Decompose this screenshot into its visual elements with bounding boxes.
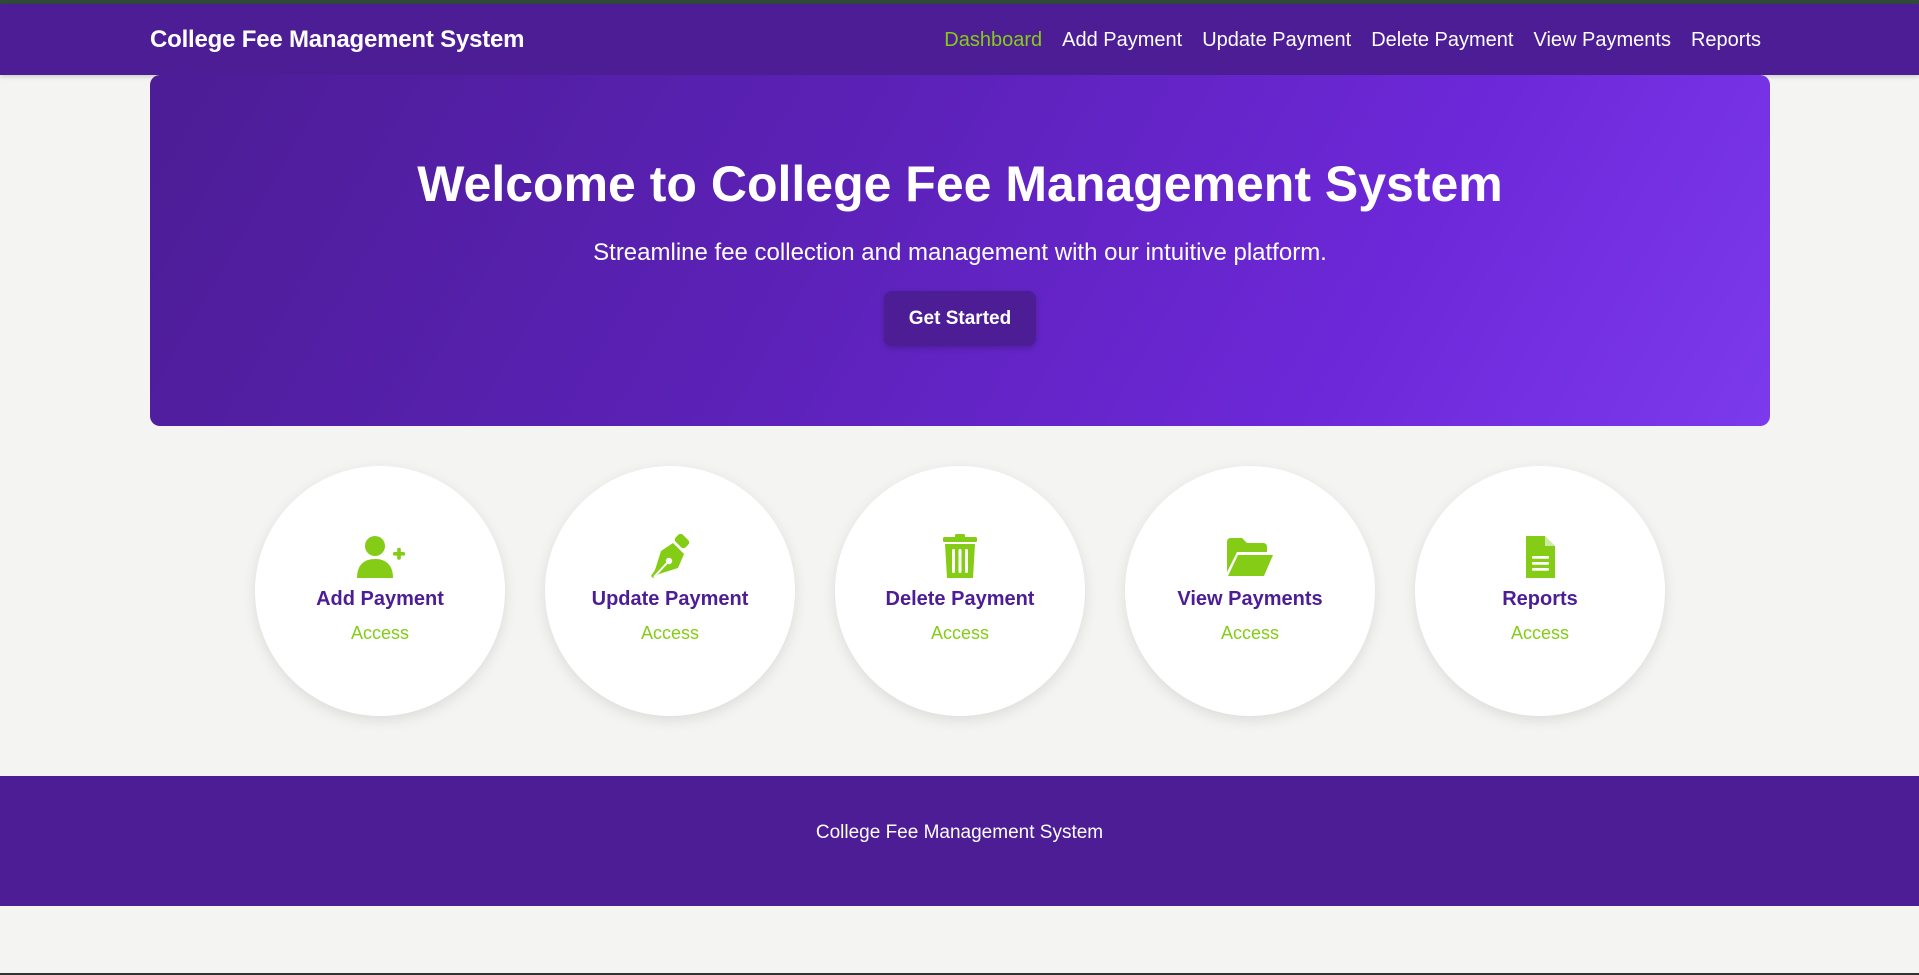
action-cards: Add Payment Access Update Payment Access… [255, 466, 1665, 718]
card-view-payments[interactable]: View Payments Access [1125, 466, 1375, 716]
card-title: Reports [1502, 588, 1578, 610]
card-access-link[interactable]: Access [835, 623, 1085, 644]
pen-nib-icon [651, 534, 690, 578]
hero-title: Welcome to College Fee Management System [417, 156, 1503, 212]
hero-subtitle: Streamline fee collection and management… [593, 239, 1327, 266]
brand-title[interactable]: College Fee Management System [150, 26, 525, 54]
navbar: College Fee Management System Dashboard … [0, 4, 1919, 75]
folder-open-icon [1227, 538, 1273, 576]
card-access-link[interactable]: Access [255, 623, 505, 644]
nav-link-view-payments[interactable]: View Payments [1533, 29, 1670, 52]
card-delete-payment[interactable]: Delete Payment Access [835, 466, 1085, 716]
card-title: Delete Payment [885, 588, 1035, 610]
nav-link-reports[interactable]: Reports [1691, 29, 1761, 52]
get-started-button[interactable]: Get Started [884, 291, 1036, 346]
card-access-link[interactable]: Access [545, 623, 795, 644]
card-title: View Payments [1177, 588, 1323, 610]
card-reports[interactable]: Reports Access [1415, 466, 1665, 716]
hero-banner: Welcome to College Fee Management System… [150, 75, 1770, 426]
user-plus-icon [357, 536, 405, 578]
nav-link-delete-payment[interactable]: Delete Payment [1371, 29, 1513, 52]
card-access-link[interactable]: Access [1415, 623, 1665, 644]
nav-link-update-payment[interactable]: Update Payment [1202, 29, 1351, 52]
card-access-link[interactable]: Access [1125, 623, 1375, 644]
card-title: Update Payment [591, 588, 749, 610]
file-lines-icon [1526, 536, 1555, 578]
card-title: Add Payment [316, 588, 444, 610]
nav-link-add-payment[interactable]: Add Payment [1062, 29, 1182, 52]
footer-text: College Fee Management System [815, 822, 1104, 843]
trash-icon [943, 534, 977, 578]
nav-link-dashboard[interactable]: Dashboard [944, 29, 1042, 52]
nav-links: Dashboard Add Payment Update Payment Del… [944, 29, 1761, 52]
footer: College Fee Management System [0, 776, 1919, 906]
card-add-payment[interactable]: Add Payment Access [255, 466, 505, 716]
card-update-payment[interactable]: Update Payment Access [545, 466, 795, 716]
